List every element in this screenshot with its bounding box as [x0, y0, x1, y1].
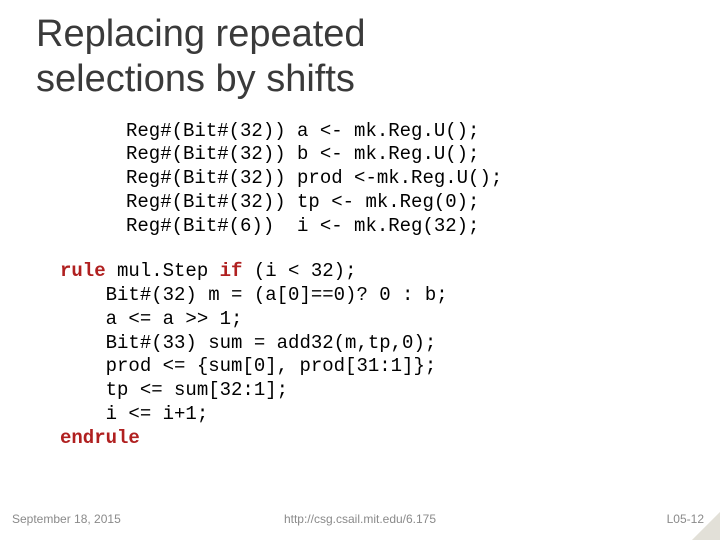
title-line-1: Replacing repeated [36, 13, 366, 55]
decl-line: Reg#(Bit#(32)) tp <- mk.Reg(0); [126, 191, 479, 213]
slide-title: Replacing repeatedselections by shifts [36, 12, 690, 102]
slide: Replacing repeatedselections by shifts R… [0, 0, 720, 540]
decl-line: Reg#(Bit#(6)) i <- mk.Reg(32); [126, 215, 479, 237]
decl-line: Reg#(Bit#(32)) b <- mk.Reg.U(); [126, 143, 479, 165]
rule-body-line: Bit#(32) m = (a[0]==0)? 0 : b; [60, 284, 448, 306]
declarations-block: Reg#(Bit#(32)) a <- mk.Reg.U(); Reg#(Bit… [126, 120, 690, 239]
rule-cond: (i < 32); [242, 260, 356, 282]
rule-body-line: a <= a >> 1; [60, 308, 242, 330]
keyword-endrule: endrule [60, 427, 140, 449]
keyword-rule: rule [60, 260, 106, 282]
footer-url: http://csg.csail.mit.edu/6.175 [0, 512, 720, 526]
title-line-2: selections by shifts [36, 58, 355, 100]
rule-body-line: i <= i+1; [60, 403, 208, 425]
decl-line: Reg#(Bit#(32)) a <- mk.Reg.U(); [126, 120, 479, 142]
rule-block: rule mul.Step if (i < 32); Bit#(32) m = … [60, 260, 690, 450]
rule-head: mul.Step [106, 260, 220, 282]
page-curl-icon [692, 512, 720, 540]
rule-body-line: Bit#(33) sum = add32(m,tp,0); [60, 332, 436, 354]
rule-body-line: tp <= sum[32:1]; [60, 379, 288, 401]
keyword-if: if [220, 260, 243, 282]
rule-body-line: prod <= {sum[0], prod[31:1]}; [60, 355, 436, 377]
decl-line: Reg#(Bit#(32)) prod <-mk.Reg.U(); [126, 167, 502, 189]
